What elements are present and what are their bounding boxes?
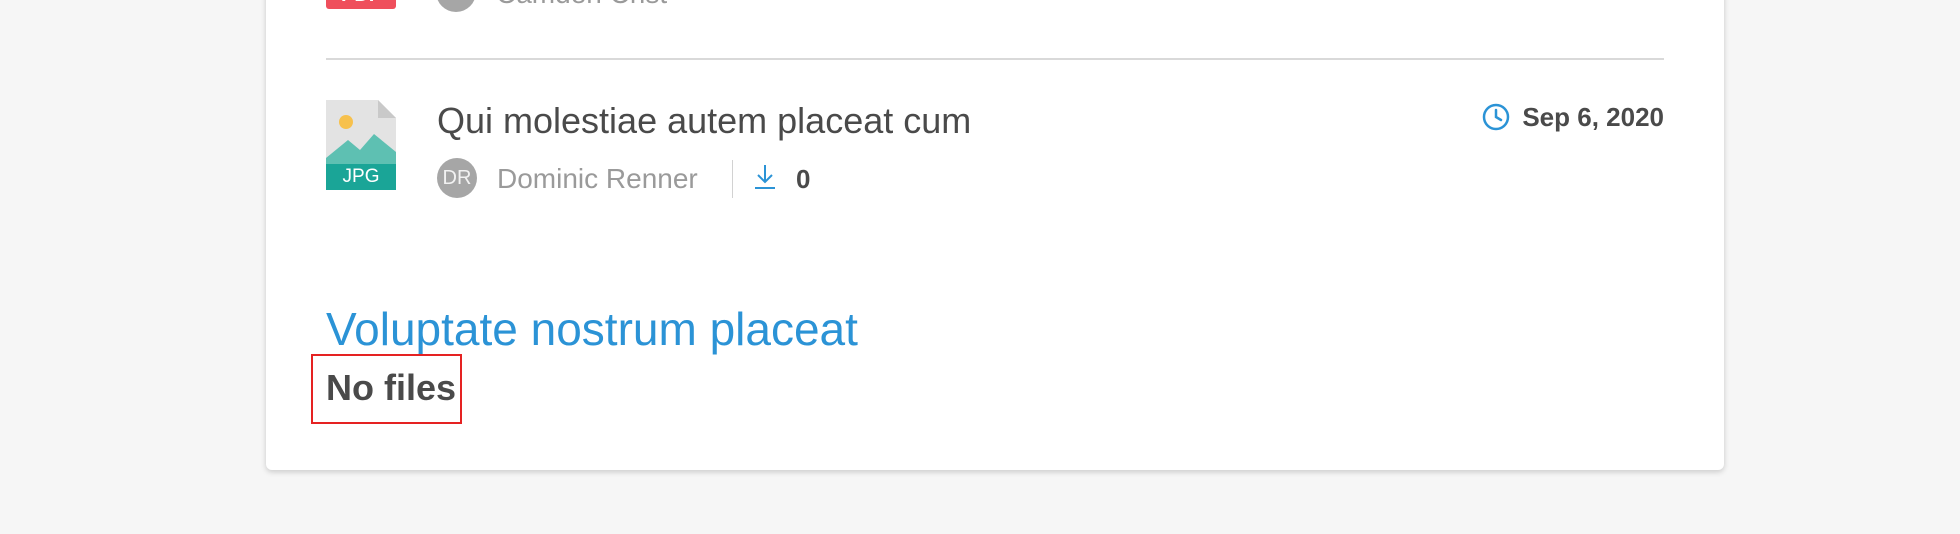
author-name: Camden Crist [496, 0, 667, 10]
previous-file-row[interactable]: PDF CC Camden Crist 0 [326, 0, 1664, 12]
separator [732, 160, 733, 198]
file-row[interactable]: JPG Qui molestiae autem placeat cum DR D… [326, 100, 1664, 200]
file-date: Sep 6, 2020 [1482, 100, 1664, 134]
files-card [266, 0, 1724, 470]
file-type-label: JPG [342, 166, 380, 187]
avatar: CC [436, 0, 476, 12]
date-text: Sep 6, 2020 [1522, 101, 1664, 132]
file-title[interactable]: Qui molestiae autem placeat cum [437, 100, 971, 142]
avatar: DR [437, 158, 477, 198]
download-icon[interactable] [753, 164, 777, 190]
pdf-file-icon: PDF [326, 0, 396, 9]
download-count: 0 [796, 164, 811, 194]
empty-state-message: No files [326, 367, 457, 408]
download-count: 0 [762, 0, 776, 5]
author-name: Dominic Renner [497, 163, 698, 194]
row-divider [326, 58, 1664, 60]
clock-icon [1483, 103, 1510, 131]
section-title[interactable]: Voluptate nostrum placeat [326, 302, 858, 356]
